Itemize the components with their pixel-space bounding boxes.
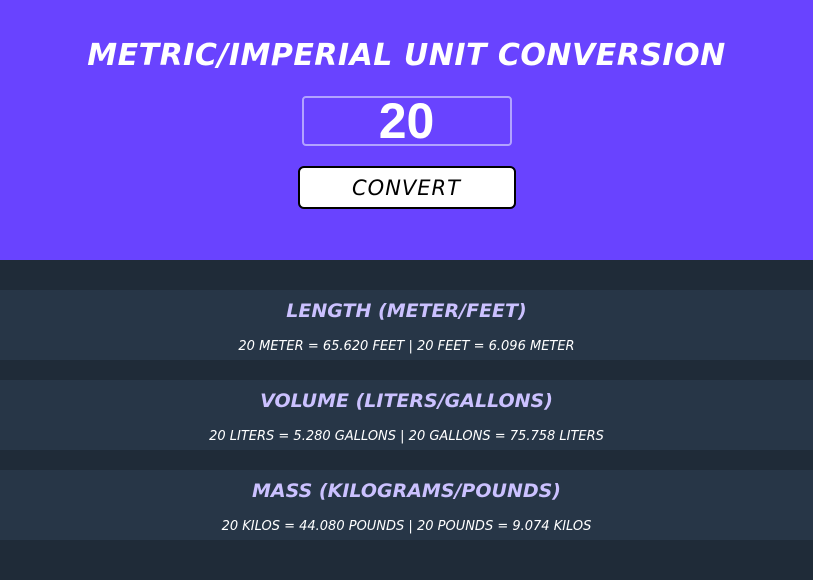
mass-card: MASS (KILOGRAMS/POUNDS) 20 KILOS = 44.08… <box>0 470 813 540</box>
convert-button[interactable]: CONVERT <box>297 166 516 209</box>
length-title: LENGTH (METER/FEET) <box>286 300 527 322</box>
mass-result: 20 KILOS = 44.080 POUNDS | 20 POUNDS = 9… <box>221 519 592 534</box>
value-input[interactable] <box>301 96 512 146</box>
page-title: METRIC/IMPERIAL UNIT CONVERSION <box>87 38 726 73</box>
converter-header: METRIC/IMPERIAL UNIT CONVERSION CONVERT <box>0 0 813 260</box>
length-card: LENGTH (METER/FEET) 20 METER = 65.620 FE… <box>0 290 813 360</box>
volume-card: VOLUME (LITERS/GALLONS) 20 LITERS = 5.28… <box>0 380 813 450</box>
length-result: 20 METER = 65.620 FEET | 20 FEET = 6.096… <box>238 339 575 354</box>
volume-title: VOLUME (LITERS/GALLONS) <box>260 390 553 412</box>
mass-title: MASS (KILOGRAMS/POUNDS) <box>252 480 561 502</box>
results-section: LENGTH (METER/FEET) 20 METER = 65.620 FE… <box>0 260 813 540</box>
volume-result: 20 LITERS = 5.280 GALLONS | 20 GALLONS =… <box>209 429 604 444</box>
